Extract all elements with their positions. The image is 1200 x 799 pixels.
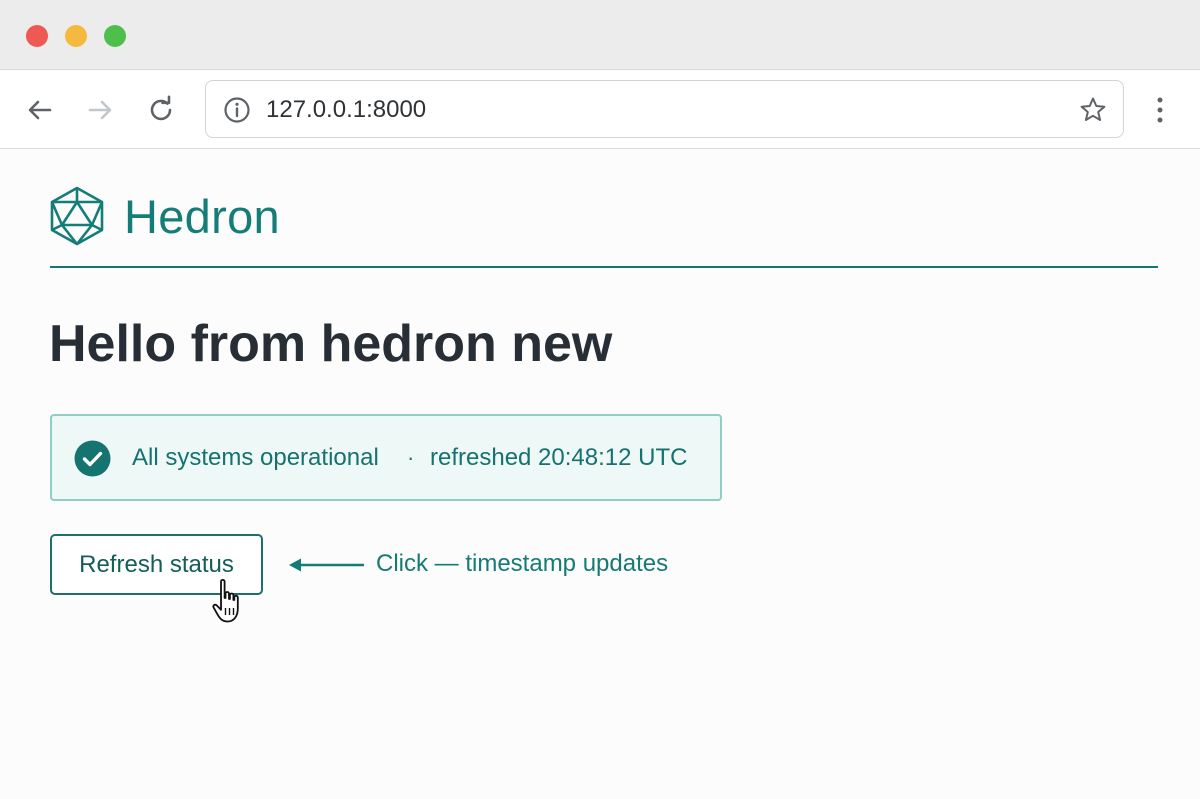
back-button[interactable] <box>21 91 59 129</box>
arrow-left-icon <box>28 100 52 120</box>
brand-header[interactable]: Hedron <box>48 184 280 248</box>
hand-pointer-cursor-icon <box>212 578 239 623</box>
brand-name: Hedron <box>124 189 280 243</box>
forward-button[interactable] <box>81 91 119 129</box>
check-circle-icon <box>74 440 111 477</box>
maximize-window-button[interactable] <box>104 25 126 47</box>
title-bar <box>0 0 1200 70</box>
browser-menu-button[interactable] <box>1141 91 1179 129</box>
kebab-menu-icon <box>1157 97 1163 123</box>
minimize-window-button[interactable] <box>65 25 87 47</box>
header-divider <box>50 266 1158 268</box>
icosahedron-logo-icon <box>50 186 104 246</box>
close-window-button[interactable] <box>26 25 48 47</box>
page-title: Hello from hedron new <box>49 315 613 373</box>
address-bar[interactable] <box>205 80 1124 139</box>
page-content: Hedron Hello from hedron new All systems… <box>0 150 1200 799</box>
status-banner: All systems operational · refreshed 20:4… <box>50 414 722 501</box>
browser-window: Hedron Hello from hedron new All systems… <box>0 0 1200 799</box>
url-input[interactable] <box>266 81 1046 139</box>
refreshed-timestamp: refreshed 20:48:12 UTC <box>430 444 688 471</box>
browser-toolbar <box>0 71 1200 149</box>
status-message: All systems operational <box>132 444 379 471</box>
info-icon[interactable] <box>223 96 251 124</box>
arrow-right-icon <box>88 100 112 120</box>
star-icon[interactable] <box>1078 95 1108 125</box>
refresh-annotation: Click — timestamp updates <box>376 550 669 577</box>
status-separator: · <box>407 445 415 470</box>
reload-button[interactable] <box>142 91 180 129</box>
reload-icon <box>150 95 172 121</box>
annotation-arrow-icon <box>289 558 364 572</box>
